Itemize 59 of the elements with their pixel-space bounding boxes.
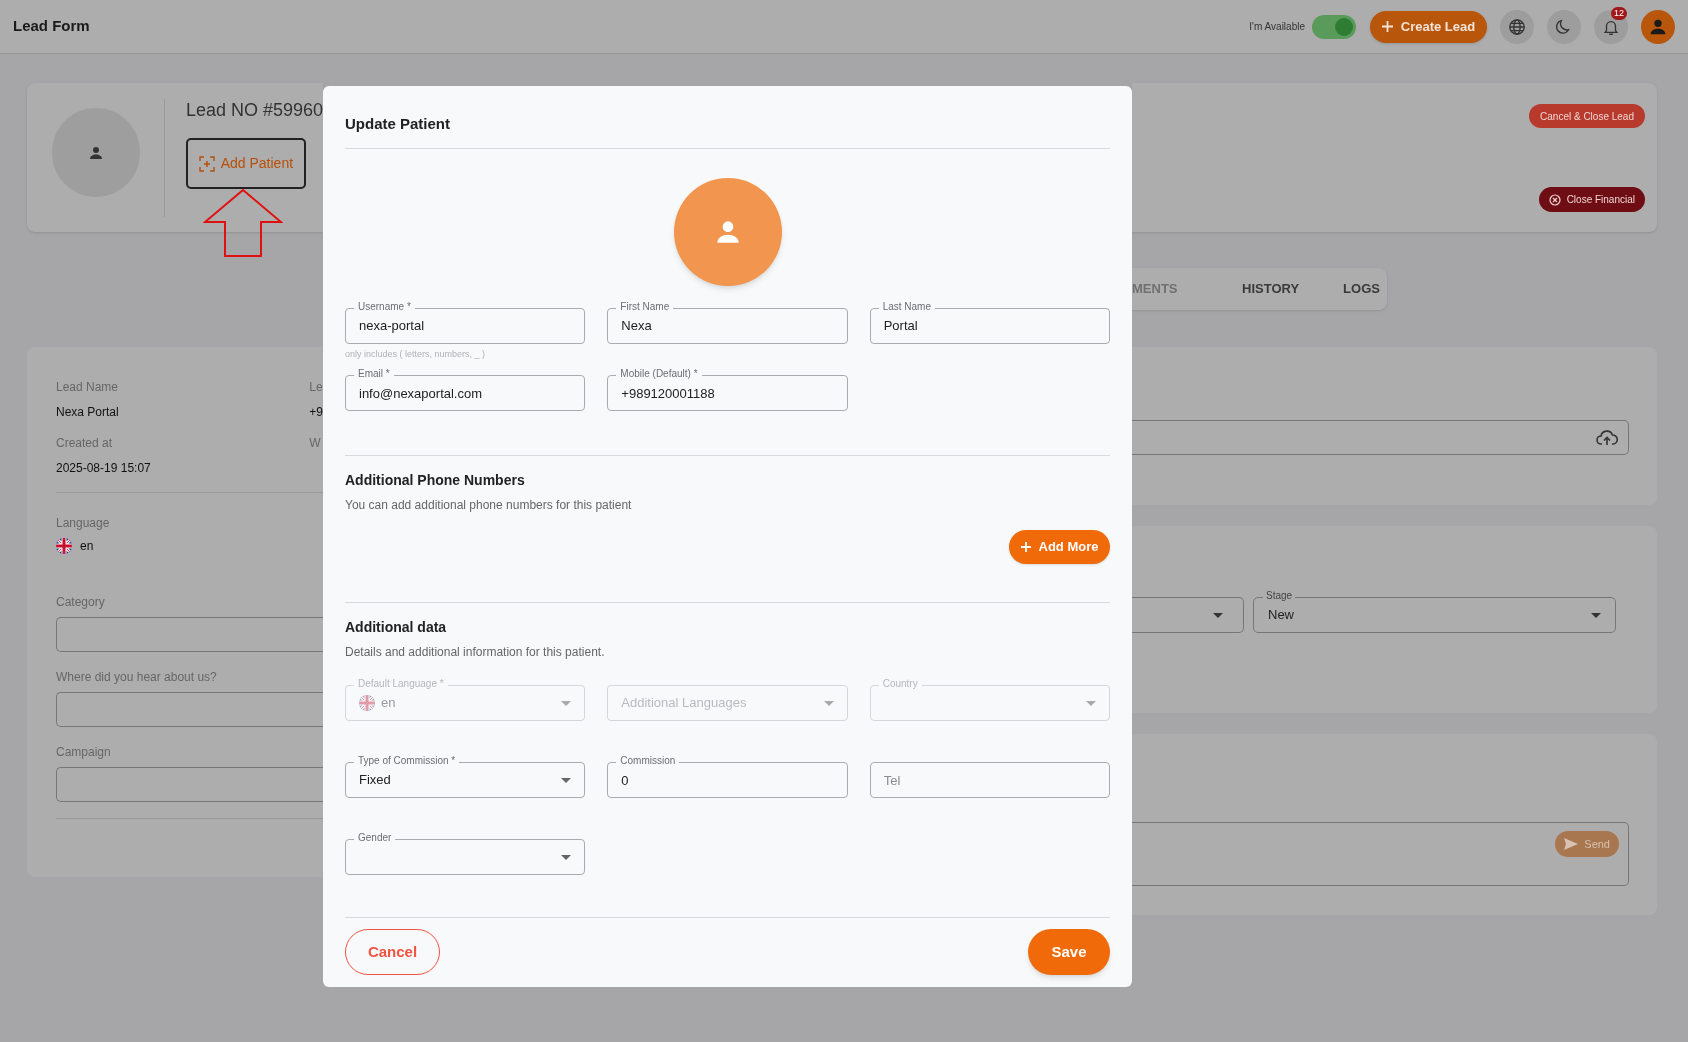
dropdown-caret-icon xyxy=(561,777,572,783)
dropdown-caret-icon xyxy=(561,854,572,860)
field-label: Stage xyxy=(1263,589,1296,603)
dropdown-caret-icon xyxy=(1591,612,1601,618)
tab[interactable]: LOGS xyxy=(1321,268,1402,310)
upload-field[interactable] xyxy=(1132,420,1629,455)
field-label: Default Language * xyxy=(354,677,448,691)
dropdown-caret-icon xyxy=(823,700,834,706)
field-value: +9 xyxy=(309,404,323,421)
availability-toggle[interactable] xyxy=(1312,14,1356,39)
section-description: Details and additional information for this patient. xyxy=(345,644,606,661)
section-description: You can add additional phone numbers for this patient xyxy=(345,497,633,514)
field-value: Nexa Portal xyxy=(56,404,120,421)
field-label: Mobile (Default) * xyxy=(616,367,702,381)
lead-number: Lead NO #59960 xyxy=(185,99,323,122)
dropdown-caret-icon xyxy=(1213,612,1223,618)
text-field[interactable]: Tel xyxy=(869,762,1110,798)
cloud-upload-icon xyxy=(1596,428,1618,447)
field-value: 2025-08-19 15:07 xyxy=(56,460,152,477)
cancel-close-lead-button[interactable]: Cancel & Close Lead xyxy=(1529,104,1645,128)
globe-icon xyxy=(1508,17,1526,36)
input-field[interactable] xyxy=(56,767,323,802)
dropdown-caret-icon xyxy=(1086,700,1096,706)
dialog-title: Update Patient xyxy=(345,114,451,134)
add-frame-icon xyxy=(198,155,215,172)
input-field[interactable] xyxy=(56,617,323,652)
plus-icon xyxy=(1020,542,1031,552)
field-label: Created at xyxy=(56,435,114,452)
field-label: Campaign xyxy=(56,744,112,761)
send-icon xyxy=(1564,838,1579,850)
section-title: Additional data xyxy=(345,618,448,637)
field-label: Language xyxy=(56,515,111,532)
field-label: Le xyxy=(309,379,323,396)
page-title: Lead Form xyxy=(13,16,90,37)
field-label: Where did you hear about us? xyxy=(56,669,218,686)
create-lead-button[interactable]: Create Lead xyxy=(1370,10,1487,43)
notification-badge: 12 xyxy=(1611,6,1627,20)
field-label: Country xyxy=(878,677,922,691)
field-label: W xyxy=(309,435,322,452)
plus-icon xyxy=(1381,21,1393,32)
field-hint: only includes ( letters, numbers, _ ) xyxy=(345,347,487,361)
language-value: en xyxy=(80,538,94,555)
input-field[interactable] xyxy=(56,692,323,727)
user-avatar[interactable] xyxy=(1641,9,1675,44)
theme-button[interactable] xyxy=(1547,9,1581,44)
save-button[interactable]: Save xyxy=(1028,929,1110,975)
close-circle-icon xyxy=(1548,193,1561,206)
close-financial-button[interactable]: Close Financial xyxy=(1538,187,1645,212)
section-title: Additional Phone Numbers xyxy=(345,471,526,490)
add-more-button[interactable]: Add More xyxy=(1009,530,1110,564)
field-label: Category xyxy=(56,594,106,611)
field-label: Lead Name xyxy=(56,379,120,396)
tab[interactable]: HISTORY xyxy=(1220,268,1322,310)
flag-icon xyxy=(56,538,72,554)
field-label: Type of Commission * xyxy=(354,754,460,768)
dropdown-caret-icon xyxy=(561,700,572,706)
language-button[interactable] xyxy=(1500,9,1534,44)
notifications-button[interactable]: 12 xyxy=(1594,9,1628,44)
availability-label: I'm Available xyxy=(1249,20,1305,34)
